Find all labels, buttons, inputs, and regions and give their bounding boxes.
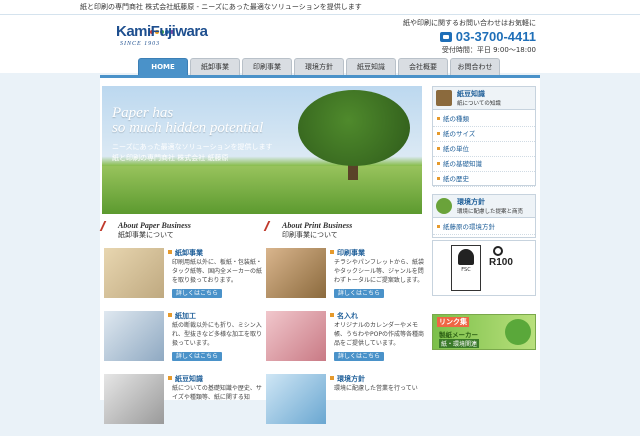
sidebar-knowledge-header[interactable]: 紙豆知識 紙についての知識: [433, 87, 535, 110]
sidebar-environment-subtitle: 環境に配慮した提案と商売: [457, 209, 524, 215]
details-button[interactable]: 詳しくはこちら: [172, 352, 223, 361]
links-banner[interactable]: リンク集 製紙メーカー 紙・環境関連: [432, 314, 536, 350]
phone-number[interactable]: 03-3700-4411: [403, 29, 536, 44]
card-desc: 紙の断裁以外にも折り、ミシン入れ、型抜きなど多様な加工を取り扱っています。: [172, 322, 263, 347]
sidebar-knowledge-box: 紙豆知識 紙についての知識 紙の種類 紙のサイズ 紙の単位 紙の基礎知識 紙の歴…: [432, 86, 536, 187]
card-name-printing: 名入れ オリジナルのカレンダーやメモ帳、うちわやPOPの作成等各種商品をご提供し…: [266, 311, 426, 373]
book-icon: [436, 90, 452, 106]
card-print-business: 印刷事業 チラシやパンフレットから、紙袋やタックシール等、ジャンルを問わずトータ…: [266, 248, 426, 310]
print-section-en: About Print Business: [282, 221, 353, 230]
sidebar-environment-list: 紙藤原の環境方針: [433, 218, 535, 235]
paper-section-en: About Paper Business: [118, 221, 191, 230]
sidebar-item-environment-policy[interactable]: 紙藤原の環境方針: [433, 220, 535, 235]
sidebar-item-paper-sizes[interactable]: 紙のサイズ: [433, 127, 535, 142]
card-desc: 環境に配慮した営業を行ってい: [334, 385, 418, 392]
card-title[interactable]: 環境方針: [330, 374, 365, 384]
site-logo[interactable]: KamiFujiwara SINCE 1903: [116, 21, 226, 53]
card-desc: オリジナルのカレンダーやメモ帳、うちわやPOPの作成等各種商品をご提供しています…: [334, 322, 424, 347]
card-title[interactable]: 紙豆知識: [168, 374, 203, 384]
paper-section-heading: About Paper Business 紙卸事業について: [99, 221, 191, 240]
glasses-book-image: [104, 374, 164, 424]
name-printing-image: [266, 311, 326, 361]
card-title[interactable]: 紙卸事業: [168, 248, 203, 258]
sidebar-environment-title: 環境方針: [457, 198, 485, 206]
sidebar-item-paper-history[interactable]: 紙の歴史: [433, 172, 535, 187]
hero-banner: Paper has so much hidden potential ニーズにあっ…: [102, 86, 422, 214]
phone-icon: [439, 32, 452, 42]
sidebar-environment-header[interactable]: 環境方針 環境に配慮した提案と商売: [433, 195, 535, 218]
card-title[interactable]: 紙加工: [168, 311, 196, 321]
hero-headline: Paper has so much hidden potential: [112, 106, 263, 136]
details-button[interactable]: 詳しくはこちら: [334, 289, 385, 298]
leaf-icon: [436, 198, 452, 214]
certification-logos: FSC R100: [432, 240, 536, 296]
card-paper-processing: 紙加工 紙の断裁以外にも折り、ミシン入れ、型抜きなど多様な加工を取り扱っています…: [104, 311, 264, 373]
links-banner-line3: 紙・環境関連: [439, 339, 480, 348]
sidebar-knowledge-list: 紙の種類 紙のサイズ 紙の単位 紙の基礎知識 紙の歴史: [433, 110, 535, 187]
contact-lead: 紙や印刷に関するお問い合わせはお気軽に: [403, 19, 536, 27]
tab-home[interactable]: HOME: [138, 58, 188, 75]
sidebar-item-paper-units[interactable]: 紙の単位: [433, 142, 535, 157]
card-desc: チラシやパンフレットから、紙袋やタックシール等、ジャンルを問わずトータルにご提案…: [334, 259, 425, 284]
top-tagline: 紙と印刷の専門商社 株式会社紙藤原 - ニーズにあった最適なソリューションを提供…: [80, 3, 362, 11]
fsc-tree-icon: [458, 249, 474, 265]
card-paper-wholesale: 紙卸事業 印刷用紙以外に、板紙・包装紙・タック紙等、国内全メーカーの紙を取り扱っ…: [104, 248, 264, 310]
tab-paper-knowledge[interactable]: 紙豆知識: [346, 58, 396, 75]
fsc-logo[interactable]: FSC: [451, 245, 481, 291]
environment-image: [266, 374, 326, 424]
card-desc: 印刷用紙以外に、板紙・包装紙・タック紙等、国内全メーカーの紙を取り扱っております…: [172, 259, 263, 284]
tab-print-business[interactable]: 印刷事業: [242, 58, 292, 75]
tab-company[interactable]: 会社概要: [398, 58, 448, 75]
sidebar-knowledge-subtitle: 紙についての知識: [457, 101, 501, 107]
leaf-illustration-icon: [505, 319, 531, 345]
hero-field: [102, 166, 422, 214]
card-title[interactable]: 名入れ: [330, 311, 358, 321]
card-title[interactable]: 印刷事業: [330, 248, 365, 258]
card-paper-knowledge: 紙豆知識 紙についての基礎知識や歴史、サイズや種類等、紙に関する知: [104, 374, 264, 436]
paper-processing-image: [104, 311, 164, 361]
logo-name: KamiFujiwara: [116, 23, 208, 40]
card-environment: 環境方針 環境に配慮した営業を行ってい: [266, 374, 426, 436]
hero-sub-line1: ニーズにあった最適なソリューションを提供します: [112, 143, 273, 151]
r100-logo[interactable]: R100: [489, 257, 513, 268]
print-section-ja: 印刷事業について: [282, 231, 338, 239]
links-banner-title: リンク集: [437, 317, 469, 327]
printed-materials-image: [266, 248, 326, 298]
sidebar-knowledge-title: 紙豆知識: [457, 90, 485, 98]
recycle-icon: [493, 246, 503, 256]
top-tagline-bar: 紙と印刷の専門商社 株式会社紙藤原 - ニーズにあった最適なソリューションを提供…: [0, 0, 640, 15]
sidebar-environment-box: 環境方針 環境に配慮した提案と商売 紙藤原の環境方針: [432, 194, 536, 238]
phone-number-text: 03-3700-4411: [455, 29, 536, 44]
paper-stack-image: [104, 248, 164, 298]
links-banner-line2: 製紙メーカー: [439, 331, 478, 339]
details-button[interactable]: 詳しくはこちら: [334, 352, 385, 361]
hero-headline-line1: Paper has: [112, 105, 174, 121]
tab-environment[interactable]: 環境方針: [294, 58, 344, 75]
contact-block: 紙や印刷に関するお問い合わせはお気軽に 03-3700-4411 受付時間：平日…: [403, 18, 536, 55]
tab-paper-business[interactable]: 紙卸事業: [190, 58, 240, 75]
fsc-label: FSC: [461, 267, 471, 273]
hero-headline-line2: so much hidden potential: [112, 120, 264, 136]
print-section-heading: About Print Business 印刷事業について: [263, 221, 353, 240]
card-desc: 紙についての基礎知識や歴史、サイズや種類等、紙に関する知: [172, 385, 262, 401]
business-hours: 受付時間：平日 9:00～18:00: [441, 46, 536, 54]
sidebar-item-paper-basics[interactable]: 紙の基礎知識: [433, 157, 535, 172]
details-button[interactable]: 詳しくはこちら: [172, 289, 223, 298]
hero-subtext: ニーズにあった最適なソリューションを提供します 紙と印刷の専門商社 株式会社 紙藤…: [112, 142, 273, 164]
hero-sub-line2: 紙と印刷の専門商社 株式会社 紙藤原: [112, 154, 229, 162]
sidebar-item-paper-types[interactable]: 紙の種類: [433, 112, 535, 127]
hero-tree-image: [298, 90, 410, 166]
logo-since: SINCE 1903: [120, 41, 161, 47]
paper-section-ja: 紙卸事業について: [118, 231, 174, 239]
tab-contact[interactable]: お問合わせ: [450, 58, 500, 75]
